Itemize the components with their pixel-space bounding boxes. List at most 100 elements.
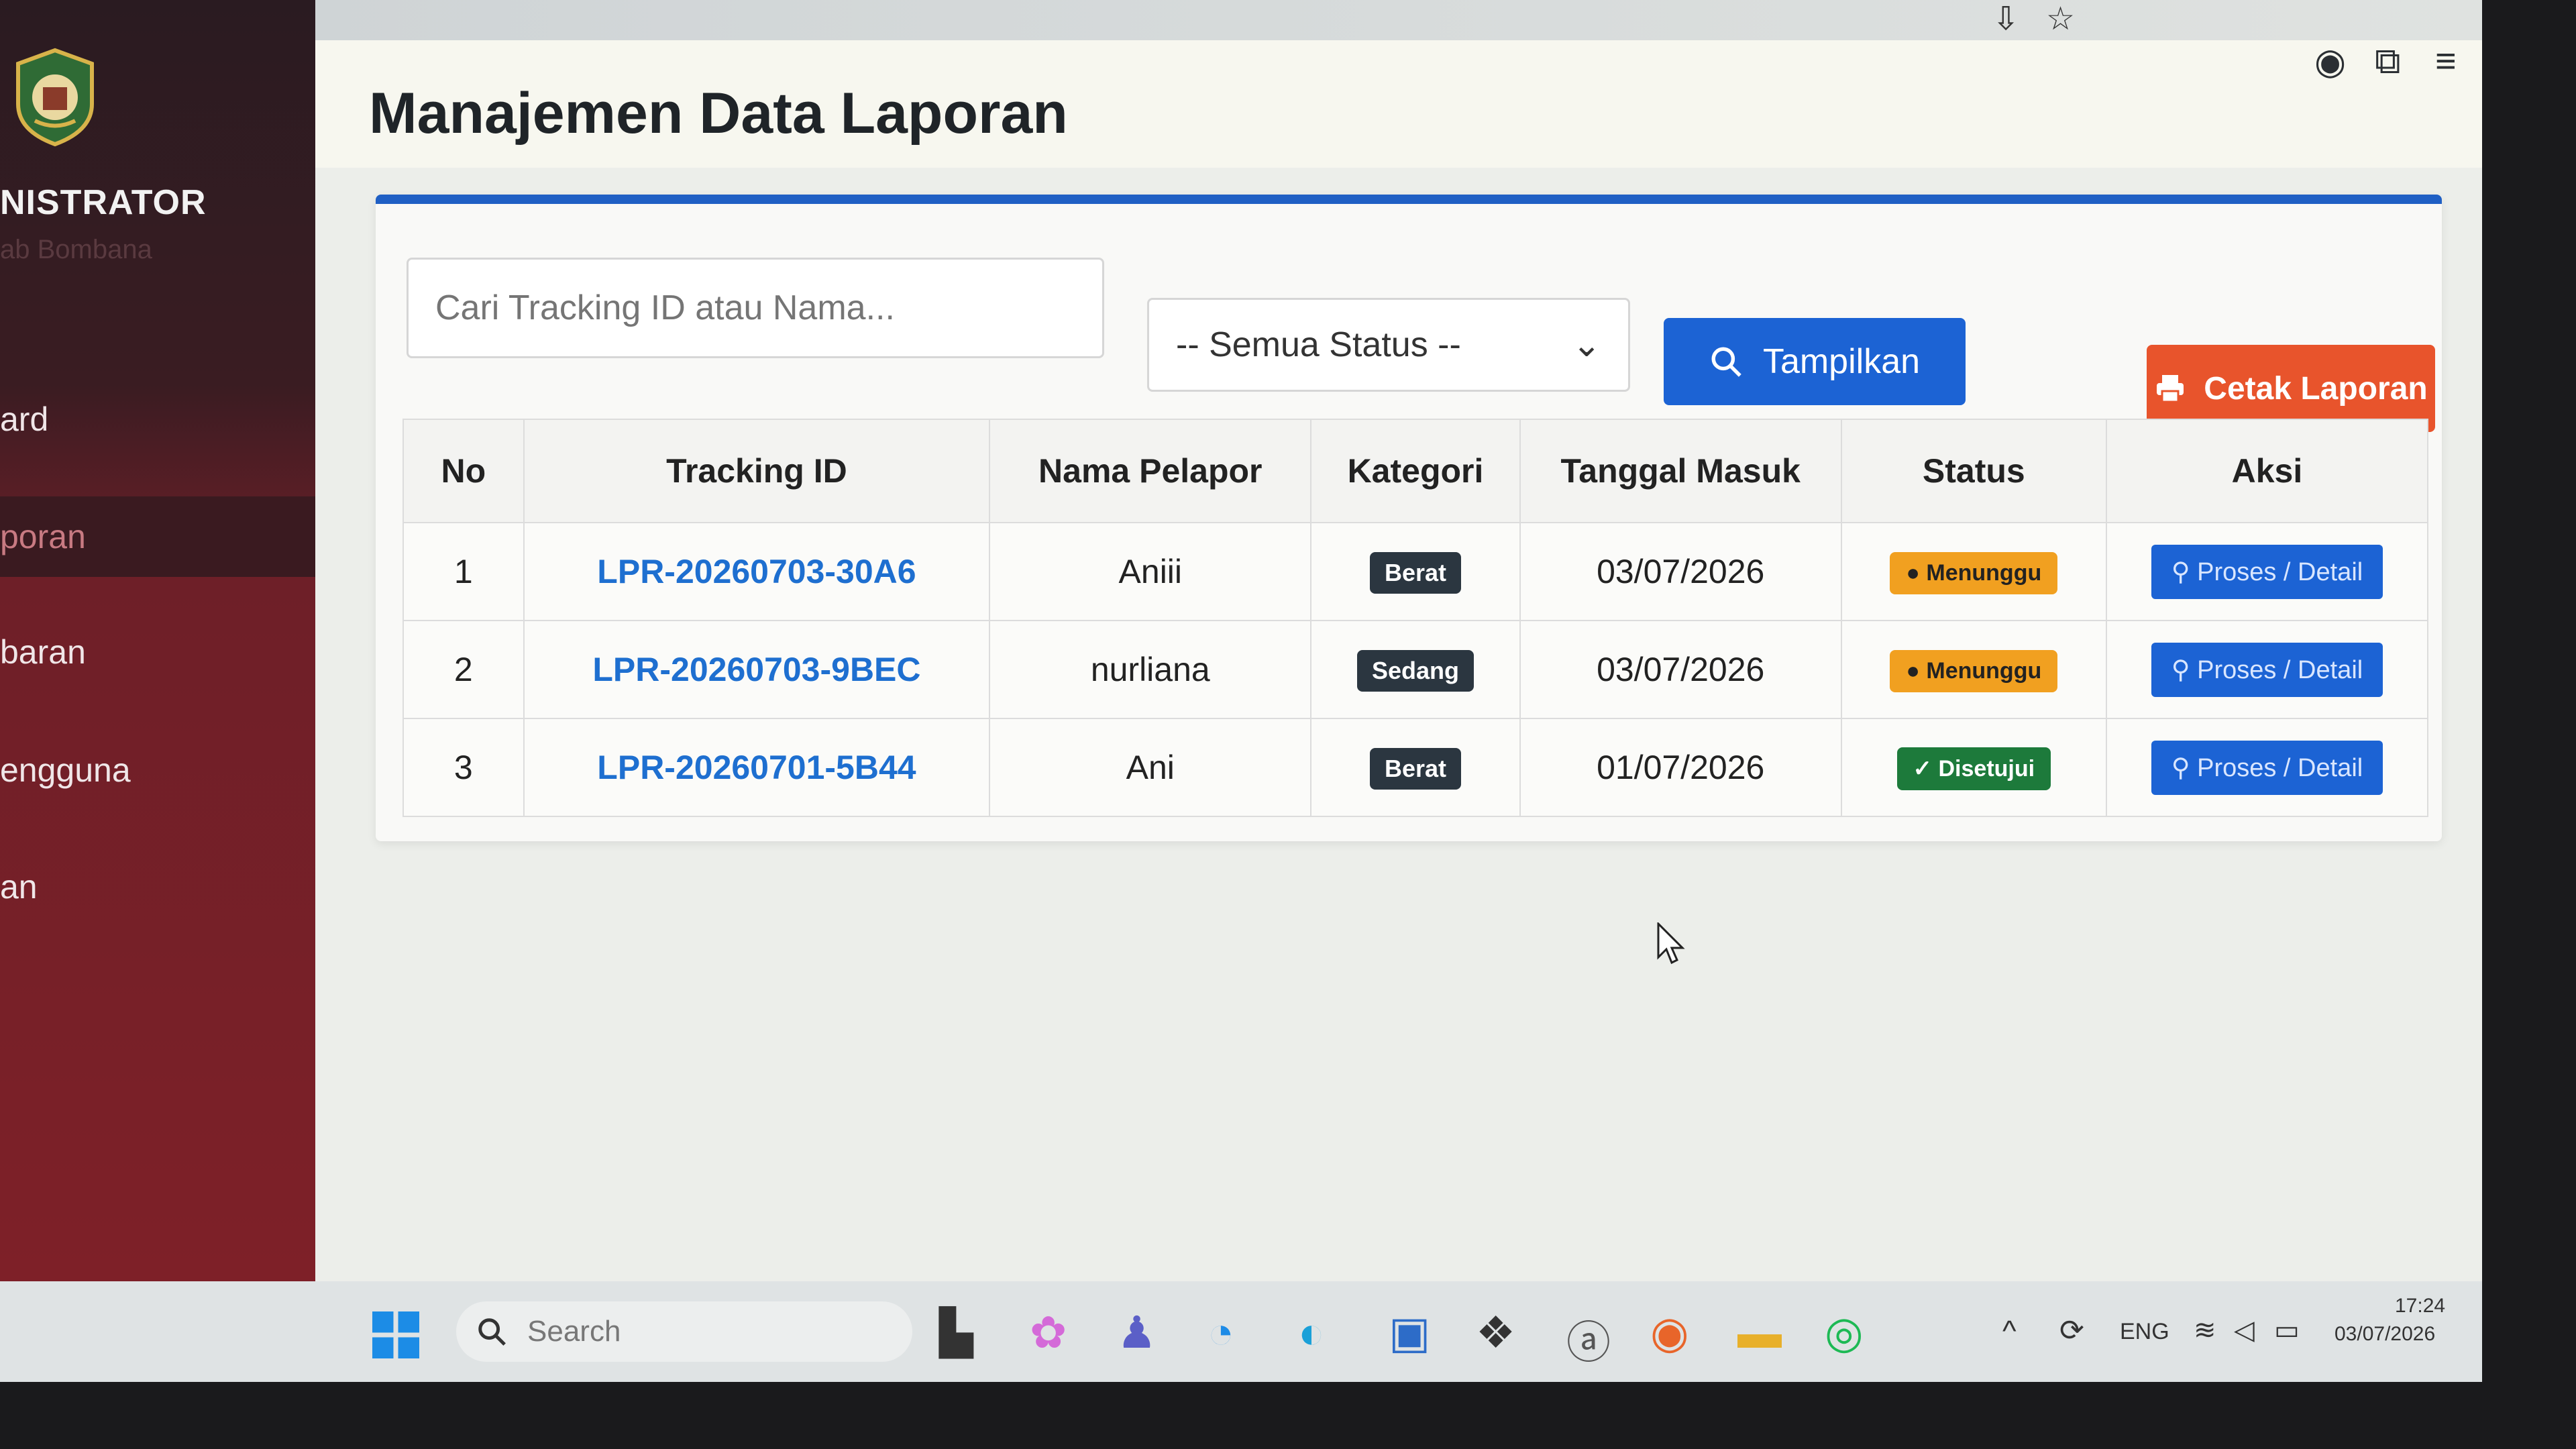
file-explorer-icon[interactable]: ▬ [1737, 1307, 1782, 1358]
tracking-id-link[interactable]: LPR-20260701-5B44 [597, 749, 916, 786]
wifi-icon[interactable]: ≋ [2194, 1315, 2216, 1346]
row-number: 2 [402, 620, 525, 719]
volume-icon[interactable]: ◁ [2234, 1315, 2255, 1346]
main-content: -- Semua Status -- ⌄ Tampilkan Cetak Lap… [315, 168, 2482, 1281]
process-detail-button[interactable]: ⚲ Proses / Detail [2151, 642, 2383, 697]
process-detail-button[interactable]: ⚲ Proses / Detail [2151, 544, 2383, 599]
clock-icon: ● [1906, 559, 1920, 586]
amazon-icon[interactable]: ⓐ [1566, 1307, 1611, 1371]
column-header-aksi: Aksi [2105, 419, 2429, 523]
search-icon [1711, 347, 1741, 377]
status-badge: ● Menunggu [1890, 551, 2058, 594]
status-label: Menunggu [1926, 559, 2042, 586]
status-filter-select[interactable]: -- Semua Status -- ⌄ [1147, 298, 1630, 392]
sidebar: NISTRATOR ab Bombana ard poran baran eng… [0, 0, 315, 1281]
status-label: Menunggu [1926, 657, 2042, 684]
copilot-icon[interactable]: ✿ [1030, 1307, 1067, 1358]
entry-date: 03/07/2026 [1519, 522, 1842, 621]
search-icon: ⚲ [2171, 753, 2190, 782]
sidebar-item-label: an [0, 868, 38, 906]
search-icon [478, 1318, 506, 1346]
show-button[interactable]: Tampilkan [1664, 318, 1966, 405]
table-row: 3 LPR-20260701-5B44 Ani Berat 01/07/2026… [402, 718, 2429, 817]
sidebar-item-dashboard[interactable]: ard [0, 379, 315, 460]
table-header-row: No Tracking ID Nama Pelapor Kategori Tan… [402, 419, 2429, 523]
column-header-tanggal-masuk: Tanggal Masuk [1519, 419, 1842, 523]
printer-icon [2157, 375, 2184, 403]
detail-button-label: Proses / Detail [2197, 753, 2363, 782]
mouse-cursor-icon [1657, 922, 1685, 965]
clock-time[interactable]: 17:24 [2395, 1295, 2445, 1318]
page-header: Manajemen Data Laporan ◉ ⧉ ≡ [315, 40, 2482, 168]
emblem-logo [16, 48, 94, 147]
column-header-kategori: Kategori [1310, 419, 1521, 523]
clock-date[interactable]: 03/07/2026 [2334, 1323, 2435, 1346]
process-detail-button[interactable]: ⚲ Proses / Detail [2151, 740, 2383, 795]
reporter-name: nurliana [989, 620, 1312, 719]
status-badge: ● Menunggu [1890, 649, 2058, 692]
sidebar-item-label: ard [0, 400, 49, 438]
chevron-down-icon: ⌄ [1572, 325, 1601, 364]
row-number: 3 [402, 718, 525, 817]
detail-button-label: Proses / Detail [2197, 655, 2363, 684]
spotify-icon[interactable]: ◎ [1825, 1307, 1864, 1358]
sync-icon[interactable]: ⟳ [2059, 1313, 2084, 1348]
sidebar-item-laporan[interactable]: poran [0, 496, 315, 577]
taskbar: Search ▙ ✿ ♟ ◔ ◐ ▣ ❖ ⓐ ◉ ▬ ◎ ^ ⟳ ENG ≋ ◁… [0, 1281, 2482, 1382]
browser-toolbar: ⇩ ☆ [315, 0, 2482, 40]
sidebar-item-label: baran [0, 633, 86, 671]
account-icon[interactable]: ◉ [2314, 40, 2346, 83]
dropbox-icon[interactable]: ❖ [1476, 1307, 1515, 1358]
report-table: No Tracking ID Nama Pelapor Kategori Tan… [402, 419, 2429, 817]
sidebar-subrole: ab Bombana [0, 235, 152, 264]
taskbar-search-label: Search [527, 1315, 621, 1348]
windows-start-icon[interactable] [372, 1311, 419, 1358]
entry-date: 01/07/2026 [1519, 718, 1842, 817]
status-badge: ✓ Disetujui [1896, 747, 2051, 790]
menu-icon[interactable]: ≡ [2435, 40, 2457, 82]
entry-date: 03/07/2026 [1519, 620, 1842, 719]
language-indicator[interactable]: ENG [2120, 1319, 2169, 1345]
reporter-name: Aniii [989, 522, 1312, 621]
search-input[interactable] [407, 258, 1104, 358]
column-header-no: No [402, 419, 525, 523]
sidebar-item-pengaturan[interactable]: an [0, 847, 315, 927]
category-badge: Sedang [1356, 649, 1474, 692]
taskbar-search[interactable]: Search [456, 1301, 912, 1362]
download-icon[interactable]: ⇩ [1992, 0, 2019, 38]
column-header-status: Status [1840, 419, 2107, 523]
status-filter-value: -- Semua Status -- [1176, 325, 1461, 364]
column-header-tracking-id: Tracking ID [523, 419, 991, 523]
screen: NISTRATOR ab Bombana ard poran baran eng… [0, 0, 2482, 1382]
teams-icon[interactable]: ♟ [1117, 1307, 1157, 1358]
print-button-label: Cetak Laporan [2204, 370, 2428, 407]
tray-chevron-up-icon[interactable]: ^ [2002, 1315, 2017, 1348]
task-view-icon[interactable]: ▙ [939, 1307, 973, 1358]
reporter-name: Ani [989, 718, 1312, 817]
table-row: 1 LPR-20260703-30A6 Aniii Berat 03/07/20… [402, 522, 2429, 621]
column-header-nama-pelapor: Nama Pelapor [989, 419, 1312, 523]
detail-button-label: Proses / Detail [2197, 557, 2363, 586]
sidebar-item-pengumuman[interactable]: baran [0, 612, 315, 692]
sidebar-item-label: poran [0, 518, 86, 555]
status-label: Disetujui [1938, 755, 2035, 782]
row-number: 1 [402, 522, 525, 621]
tracking-id-link[interactable]: LPR-20260703-30A6 [597, 553, 916, 590]
messenger-icon[interactable]: ◔ [1208, 1307, 1234, 1358]
battery-icon[interactable]: ▭ [2274, 1315, 2300, 1346]
search-icon: ⚲ [2171, 557, 2190, 586]
table-row: 2 LPR-20260703-9BEC nurliana Sedang 03/0… [402, 620, 2429, 719]
check-icon: ✓ [1913, 755, 1933, 782]
clock-icon: ● [1906, 657, 1920, 684]
category-badge: Berat [1369, 551, 1461, 594]
tracking-id-link[interactable]: LPR-20260703-9BEC [592, 651, 920, 688]
edge-icon[interactable]: ◐ [1298, 1307, 1325, 1358]
bookmark-star-icon[interactable]: ☆ [2046, 0, 2075, 38]
report-card: -- Semua Status -- ⌄ Tampilkan Cetak Lap… [376, 195, 2442, 841]
extensions-icon[interactable]: ⧉ [2375, 40, 2401, 83]
sidebar-item-pengguna[interactable]: engguna [0, 730, 315, 810]
search-icon: ⚲ [2171, 655, 2190, 684]
sidebar-item-label: engguna [0, 751, 131, 789]
firefox-icon[interactable]: ◉ [1650, 1307, 1689, 1358]
store-icon[interactable]: ▣ [1389, 1307, 1430, 1358]
